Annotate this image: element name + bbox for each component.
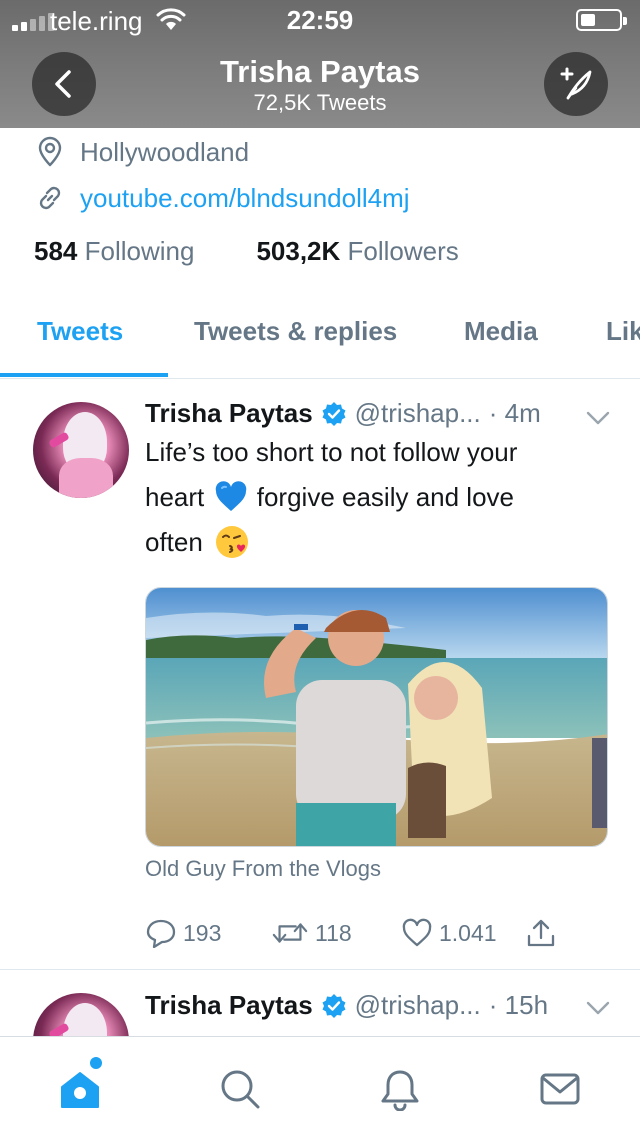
tweet-header: Trisha Paytas @trishap... · 4m [145, 398, 541, 429]
tab-likes[interactable]: Lik [606, 316, 640, 347]
feather-plus-icon [560, 67, 592, 100]
tweet-text-fragment: forgive easily and love [256, 482, 514, 512]
home-icon[interactable] [58, 1067, 102, 1111]
tweet-author-name[interactable]: Trisha Paytas [145, 990, 313, 1021]
profile-stats: 584 Following 503,2K Followers [34, 236, 521, 267]
clock: 22:59 [286, 5, 354, 35]
tweet-text-fragment: often [145, 527, 203, 557]
tweet-text-line: often [145, 520, 615, 565]
retweet-icon [272, 923, 308, 943]
tweet-count: 72,5K Tweets [253, 90, 387, 115]
website-link[interactable]: youtube.com/blndsundoll4mj [80, 183, 410, 214]
home-notification-dot [90, 1057, 102, 1069]
following-label: Following [84, 236, 195, 266]
active-tab-indicator [0, 373, 168, 377]
following-stat[interactable]: 584 Following [34, 236, 194, 267]
share-button[interactable] [525, 918, 563, 948]
chevron-down-icon[interactable] [586, 410, 610, 426]
tweet-author-name[interactable]: Trisha Paytas [145, 398, 313, 429]
media-caption[interactable]: Old Guy From the Vlogs [145, 856, 381, 882]
kissing-face-emoji [216, 526, 249, 558]
location-text: Hollywoodland [80, 136, 250, 167]
followers-label: Followers [347, 236, 459, 266]
like-button[interactable]: 1.041 [401, 918, 497, 948]
compose-tweet-button[interactable] [544, 52, 608, 116]
profile-header: tele.ring 22:59 Trisha Paytas 72,5K Twee… [0, 0, 640, 128]
tweet-text-fragment: heart [145, 482, 205, 512]
tweet-timestamp: · 15h [488, 990, 549, 1020]
tab-tweets-replies[interactable]: Tweets & replies [194, 316, 397, 347]
profile-tabs: Tweets Tweets & replies Media Lik [0, 296, 640, 379]
bell-icon[interactable] [378, 1067, 422, 1111]
followers-stat[interactable]: 503,2K Followers [256, 236, 458, 267]
tweet-actions: 193 118 1.041 [145, 918, 615, 952]
battery-icon [576, 9, 627, 31]
reply-count: 193 [183, 919, 222, 946]
tab-tweets[interactable]: Tweets [37, 316, 123, 347]
retweet-button[interactable]: 118 [271, 918, 352, 948]
status-bar: tele.ring 22:59 [0, 0, 640, 40]
followers-count: 503,2K [256, 236, 341, 266]
tweet-avatar[interactable] [33, 402, 129, 498]
tweet-media-image[interactable] [145, 587, 608, 847]
verified-badge-icon [322, 993, 346, 1018]
beach-photo [146, 588, 607, 846]
bottom-tab-bar [0, 1036, 640, 1136]
tweet-header: Trisha Paytas @trishap... · 15h [145, 990, 548, 1021]
tweet-text-line: heart forgive easily and love [145, 475, 615, 520]
verified-badge-icon [322, 401, 346, 426]
tweet-timestamp: · 4m [488, 398, 541, 428]
blue-heart-emoji [215, 481, 246, 511]
tweet-author-handle: @trishap... [354, 398, 481, 428]
mail-icon[interactable] [538, 1067, 582, 1111]
location-pin-icon [38, 136, 62, 167]
following-count: 584 [34, 236, 78, 266]
tweet-text-line: Life’s too short to not follow your [145, 437, 518, 467]
reply-button[interactable]: 193 [145, 918, 221, 948]
retweet-count: 118 [315, 919, 352, 946]
chevron-down-icon[interactable] [586, 1000, 610, 1016]
reply-icon [146, 919, 176, 948]
tweet-divider [0, 969, 640, 970]
tweet-author-handle: @trishap... [354, 990, 481, 1020]
tweet-text: Life’s too short to not follow your hear… [145, 430, 615, 565]
profile-location: Hollywoodland [34, 136, 249, 168]
share-icon [527, 919, 555, 947]
heart-icon [402, 918, 432, 947]
like-count: 1.041 [439, 919, 497, 946]
profile-website[interactable]: youtube.com/blndsundoll4mj [34, 182, 410, 214]
tab-media[interactable]: Media [464, 316, 538, 347]
search-icon[interactable] [218, 1067, 262, 1111]
link-icon [39, 186, 61, 210]
